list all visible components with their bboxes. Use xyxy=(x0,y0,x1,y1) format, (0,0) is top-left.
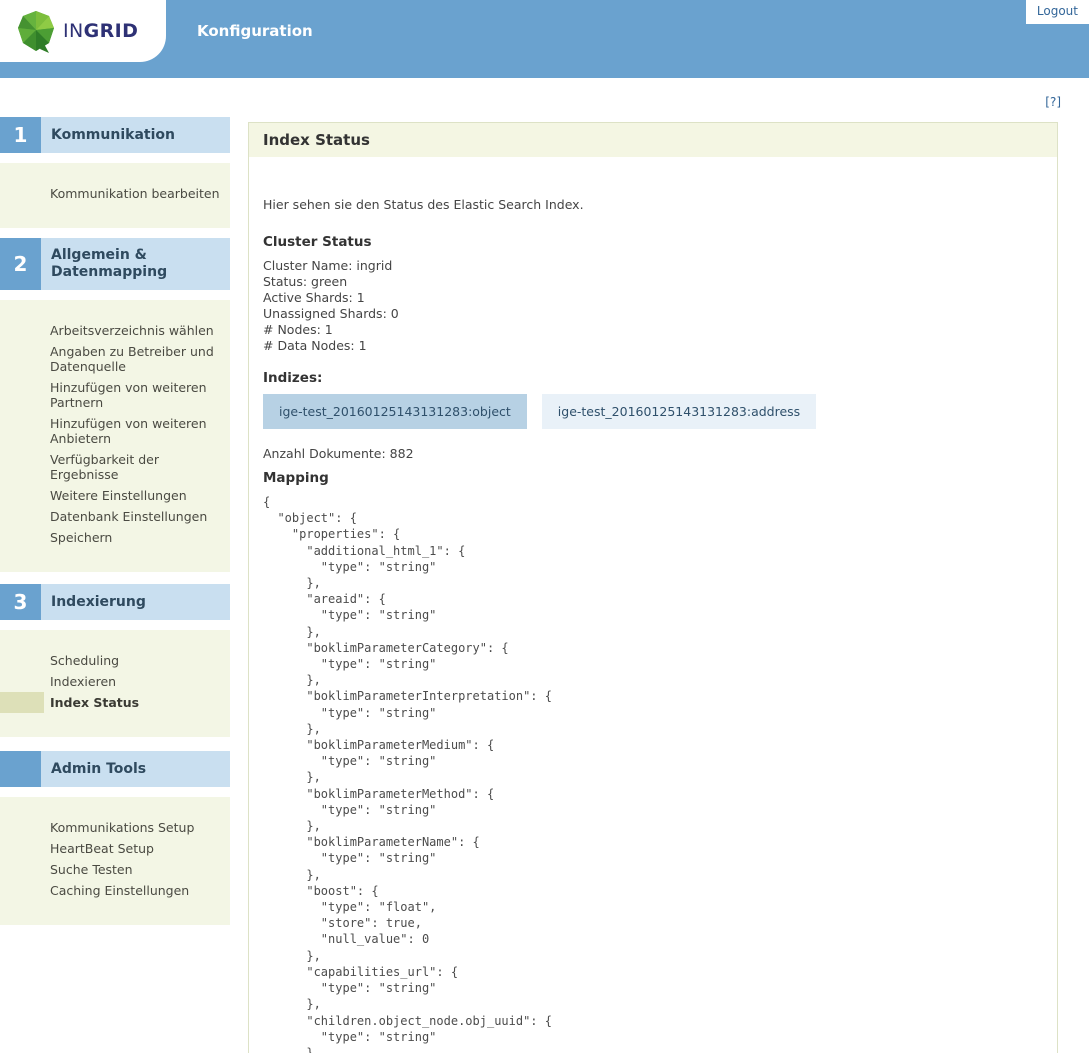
section-number-admin xyxy=(0,751,41,787)
logo: INGRID xyxy=(0,0,166,62)
section-title-admin-tools: Admin Tools xyxy=(41,751,230,787)
content-title: Index Status xyxy=(249,123,1057,157)
sidebar-item-scheduling[interactable]: Scheduling xyxy=(0,650,230,671)
index-tabs: ige-test_20160125143131283:object ige-te… xyxy=(263,394,1043,429)
app-header: INGRID Konfiguration Logout xyxy=(0,0,1089,78)
sidebar-item-kommunikation-bearbeiten[interactable]: Kommunikation bearbeiten xyxy=(0,183,230,204)
sidebar-section-admin-tools: Admin Tools xyxy=(0,751,230,787)
sidebar-item-heartbeat-setup[interactable]: HeartBeat Setup xyxy=(0,838,230,859)
sidebar-item-suche-testen[interactable]: Suche Testen xyxy=(0,859,230,880)
sidebar-items-admin-tools: Kommunikations Setup HeartBeat Setup Suc… xyxy=(0,797,230,925)
logout-button[interactable]: Logout xyxy=(1025,0,1089,24)
section-number-1: 1 xyxy=(0,117,41,153)
sidebar-item-kommunikations-setup[interactable]: Kommunikations Setup xyxy=(0,817,230,838)
data-nodes-line: # Data Nodes: 1 xyxy=(263,338,367,353)
cluster-name-line: Cluster Name: ingrid xyxy=(263,258,393,273)
sidebar-item-weitere-partner[interactable]: Hinzufügen von weiteren Partnern xyxy=(0,377,230,413)
page-title: Konfiguration xyxy=(197,22,313,40)
sidebar-item-indexieren[interactable]: Indexieren xyxy=(0,671,230,692)
index-tab-address[interactable]: ige-test_20160125143131283:address xyxy=(541,394,817,429)
sidebar-item-weitere-einstellungen[interactable]: Weitere Einstellungen xyxy=(0,485,230,506)
sidebar-item-arbeitsverzeichnis[interactable]: Arbeitsverzeichnis wählen xyxy=(0,320,230,341)
active-shards-line: Active Shards: 1 xyxy=(263,290,365,305)
sidebar-item-caching-einstellungen[interactable]: Caching Einstellungen xyxy=(0,880,230,901)
indices-heading: Indizes: xyxy=(263,370,323,386)
content-panel: Index Status Hier sehen sie den Status d… xyxy=(248,122,1058,1053)
unassigned-shards-line: Unassigned Shards: 0 xyxy=(263,306,399,321)
sidebar-item-angaben-betreiber[interactable]: Angaben zu Betreiber und Datenquelle xyxy=(0,341,230,377)
sidebar: 1 Kommunikation Kommunikation bearbeiten… xyxy=(0,117,230,925)
mapping-heading: Mapping xyxy=(263,470,329,486)
sidebar-section-kommunikation: 1 Kommunikation xyxy=(0,117,230,153)
mapping-json-code: { "object": { "properties": { "additiona… xyxy=(263,495,552,1053)
sidebar-item-datenbank-einstellungen[interactable]: Datenbank Einstellungen xyxy=(0,506,230,527)
sidebar-item-verfuegbarkeit[interactable]: Verfügbarkeit der Ergebnisse xyxy=(0,449,230,485)
brand-wordmark: INGRID xyxy=(63,20,139,42)
sidebar-section-indexierung: 3 Indexierung xyxy=(0,584,230,620)
content-body: Hier sehen sie den Status des Elastic Se… xyxy=(249,157,1057,1053)
section-title-allgemein: Allgemein & Datenmapping xyxy=(41,238,230,290)
index-tab-object[interactable]: ige-test_20160125143131283:object xyxy=(263,394,527,429)
section-title-indexierung: Indexierung xyxy=(41,584,230,620)
intro-text: Hier sehen sie den Status des Elastic Se… xyxy=(263,197,584,212)
sidebar-item-weitere-anbieter[interactable]: Hinzufügen von weiteren Anbietern xyxy=(0,413,230,449)
sidebar-items-kommunikation: Kommunikation bearbeiten xyxy=(0,163,230,228)
sidebar-section-allgemein: 2 Allgemein & Datenmapping xyxy=(0,238,230,290)
ingrid-logo-icon xyxy=(18,11,56,53)
help-link[interactable]: [?] xyxy=(1045,95,1061,109)
document-count: Anzahl Dokumente: 882 xyxy=(263,446,414,461)
sidebar-item-speichern[interactable]: Speichern xyxy=(0,527,230,548)
sidebar-items-allgemein: Arbeitsverzeichnis wählen Angaben zu Bet… xyxy=(0,300,230,572)
cluster-status-line: Status: green xyxy=(263,274,348,289)
section-number-2: 2 xyxy=(0,238,41,290)
section-number-3: 3 xyxy=(0,584,41,620)
nodes-line: # Nodes: 1 xyxy=(263,322,333,337)
cluster-status-heading: Cluster Status xyxy=(263,234,372,250)
section-title-kommunikation: Kommunikation xyxy=(41,117,230,153)
sidebar-item-index-status[interactable]: Index Status xyxy=(0,692,230,713)
sidebar-items-indexierung: Scheduling Indexieren Index Status xyxy=(0,630,230,737)
cluster-status-details: Cluster Name: ingrid Status: green Activ… xyxy=(263,258,1043,354)
